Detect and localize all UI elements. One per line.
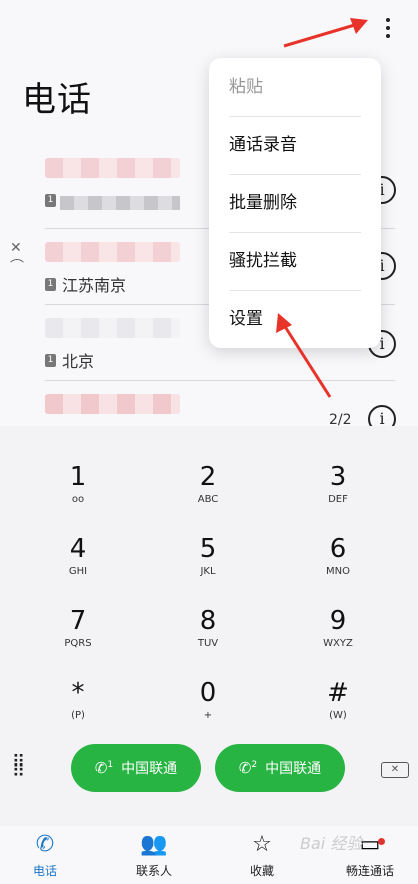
sim-badge: 1	[45, 354, 56, 367]
nav-contacts[interactable]: 👥 联系人	[109, 832, 199, 879]
menu-item-batch-delete[interactable]: 批量删除	[229, 174, 361, 232]
menu-item-spam-block[interactable]: 骚扰拦截	[229, 232, 361, 290]
location-text: 北京	[62, 352, 95, 371]
dial-key-hash[interactable]: # (W)	[293, 678, 383, 738]
missed-call-icon: ✕ ⌒	[10, 240, 24, 275]
call-sim1-button[interactable]: ✆1 中国联通	[71, 744, 201, 792]
call-sim2-button[interactable]: ✆2 中国联通	[215, 744, 345, 792]
more-options-icon[interactable]	[386, 18, 390, 42]
backspace-icon[interactable]: ✕	[381, 762, 409, 778]
nav-phone[interactable]: ✆ 电话	[0, 832, 90, 879]
dial-key-7[interactable]: 7 PQRS	[33, 606, 123, 666]
menu-item-paste[interactable]: 粘贴	[229, 58, 361, 116]
dial-key-5[interactable]: 5 JKL	[163, 534, 253, 594]
annotation-arrow-settings	[276, 313, 332, 398]
menu-item-call-recording[interactable]: 通话录音	[229, 116, 361, 174]
blurred-name	[45, 318, 180, 338]
dial-key-9[interactable]: 9 WXYZ	[293, 606, 383, 666]
location-text: 江苏南京	[62, 276, 127, 295]
star-icon: ☆	[252, 832, 272, 857]
phone-icon: ✆2	[238, 759, 258, 777]
blurred-name	[45, 158, 180, 178]
sim-badge: 1	[45, 194, 56, 207]
page-title: 电话	[22, 80, 92, 120]
phone-icon: ✆1	[94, 759, 114, 777]
annotation-arrow-top	[283, 18, 368, 48]
dial-key-6[interactable]: 6 MNO	[293, 534, 383, 594]
dial-key-star[interactable]: * (P)	[33, 678, 123, 738]
dial-key-1[interactable]: 1 ᴏᴏ	[33, 462, 123, 522]
dial-key-3[interactable]: 3 DEF	[293, 462, 383, 522]
blurred-number	[60, 196, 180, 210]
watermark: Bai 经验	[300, 834, 363, 853]
contacts-icon: 👥	[140, 832, 168, 857]
notification-dot	[378, 838, 385, 845]
dial-key-2[interactable]: 2 ABC	[163, 462, 253, 522]
sim-badge: 1	[45, 278, 56, 291]
blurred-name	[45, 394, 180, 414]
dial-key-0[interactable]: 0 +	[163, 678, 253, 738]
blurred-name	[45, 242, 180, 262]
dialpad-toggle-icon[interactable]: ⠿ ⠿	[12, 754, 25, 781]
divider	[45, 380, 395, 381]
phone-icon: ✆	[35, 832, 55, 857]
dial-key-4[interactable]: 4 GHI	[33, 534, 123, 594]
nav-favorites[interactable]: ☆ 收藏	[217, 832, 307, 879]
dial-key-8[interactable]: 8 TUV	[163, 606, 253, 666]
dialpad: 1 ᴏᴏ 2 ABC 3 DEF 4 GHI 5 JKL 6 MNO 7 PQRS 8 TUV …	[0, 426, 418, 884]
